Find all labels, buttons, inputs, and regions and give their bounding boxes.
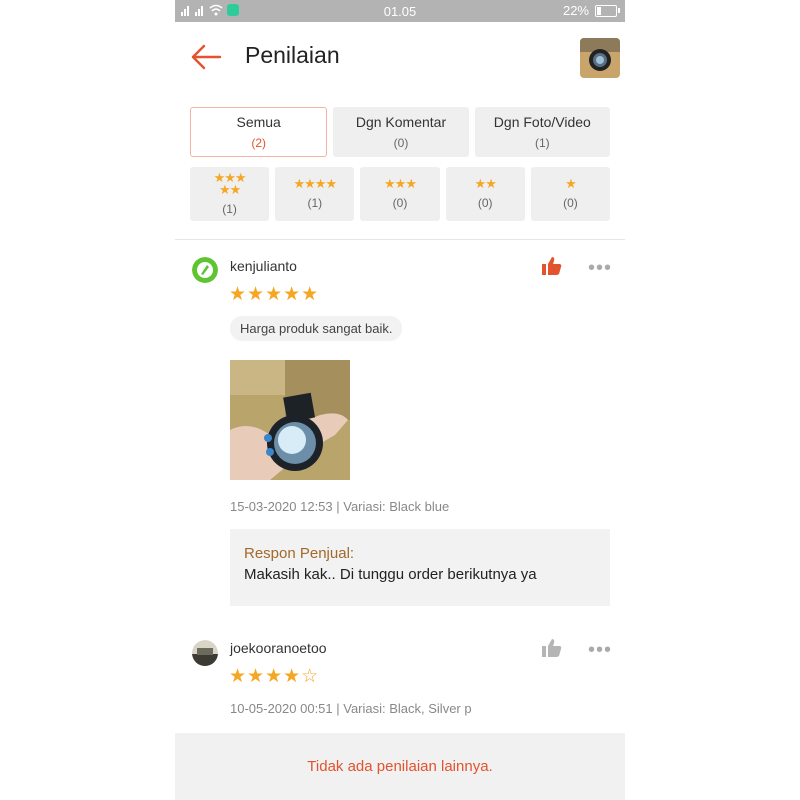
divider (175, 239, 625, 240)
more-options-icon[interactable]: ••• (588, 640, 612, 660)
star-icon-group: ★★★ ★★ (214, 171, 247, 197)
filter-5-star[interactable]: ★★★ ★★ (1) (190, 167, 270, 221)
avatar[interactable] (192, 640, 218, 666)
star-icon-group: ★★★ (384, 176, 417, 191)
rating-filters: Semua (2) Dgn Komentar (0) Dgn Foto/Vide… (190, 107, 611, 221)
filter-1-star[interactable]: ★ (0) (530, 167, 611, 221)
review-meta: 10-05-2020 00:51 | Variasi: Black, Silve… (230, 701, 472, 716)
filter-count: (0) (477, 196, 493, 210)
more-options-icon[interactable]: ••• (588, 258, 612, 278)
review-photo[interactable] (230, 360, 350, 480)
review-rating-stars: ★★★★★ (229, 284, 320, 305)
seller-reply-body: Makasih kak.. Di tunggu order berikutnya… (244, 566, 537, 583)
battery-percent: 22% (562, 3, 589, 18)
filter-tab-with-media[interactable]: Dgn Foto/Video (1) (474, 107, 610, 157)
filter-count: (2) (251, 136, 266, 150)
filter-count: (1) (534, 136, 550, 150)
avatar[interactable] (192, 257, 218, 283)
filter-tab-all[interactable]: Semua (2) (190, 107, 328, 157)
review-username: kenjulianto (230, 258, 297, 274)
watch-photo-image (230, 360, 350, 480)
arrow-left-icon (191, 44, 222, 70)
status-bar: 01.05 22% (175, 0, 625, 22)
filter-count: (0) (563, 196, 578, 210)
filter-label: Dgn Foto/Video (493, 114, 591, 130)
filter-count: (1) (307, 196, 323, 210)
filter-tab-with-comment[interactable]: Dgn Komentar (0) (333, 107, 469, 157)
product-thumbnail[interactable] (580, 38, 620, 78)
page-header: Penilaian (175, 22, 625, 92)
filter-2-star[interactable]: ★★ (0) (445, 167, 525, 221)
star-icon-group: ★★★★ (293, 176, 337, 191)
stars-row: ★★ (218, 182, 241, 197)
filter-4-star[interactable]: ★★★★ (1) (275, 167, 355, 221)
filter-label: Dgn Komentar (355, 114, 447, 130)
no-more-reviews-notice: Tidak ada penilaian lainnya. (175, 733, 625, 800)
star-icon-group: ★★ (474, 176, 497, 191)
thumbs-up-icon (542, 639, 562, 657)
seller-reply: Respon Penjual: Makasih kak.. Di tunggu … (230, 529, 610, 606)
thumbs-up-icon (542, 257, 562, 275)
filter-3-star[interactable]: ★★★ (0) (360, 167, 440, 221)
battery-icon (595, 4, 620, 17)
star-filters: ★★★ ★★ (1) ★★★★ (1) ★★★ (0) ★★ (0) ★ (0) (190, 167, 611, 221)
star-icon-group: ★ (565, 176, 577, 191)
filter-count: (0) (392, 196, 408, 210)
filter-label: Semua (236, 114, 281, 130)
seller-reply-title: Respon Penjual: (244, 545, 355, 562)
back-button[interactable] (189, 42, 223, 72)
watch-image (580, 38, 620, 78)
page-title: Penilaian (245, 42, 340, 68)
avatar-image (192, 640, 218, 666)
status-icons-right: 22% (562, 3, 620, 18)
phone-screen: 01.05 22% Penilaian Semua (2) Dgn Koment… (175, 0, 625, 800)
avatar-image (192, 257, 218, 283)
filter-count: (0) (393, 136, 409, 150)
filter-count: (1) (222, 202, 237, 216)
review-meta: 15-03-2020 12:53 | Variasi: Black blue (230, 499, 450, 514)
review-rating-stars: ★★★★☆ (229, 666, 320, 687)
status-time: 01.05 (383, 4, 417, 19)
review-username: joekooranoetoo (230, 640, 327, 656)
review-comment: Harga produk sangat baik. (230, 316, 403, 341)
like-button[interactable] (541, 638, 563, 658)
filter-tabs: Semua (2) Dgn Komentar (0) Dgn Foto/Vide… (190, 107, 610, 157)
like-button[interactable] (541, 256, 563, 276)
